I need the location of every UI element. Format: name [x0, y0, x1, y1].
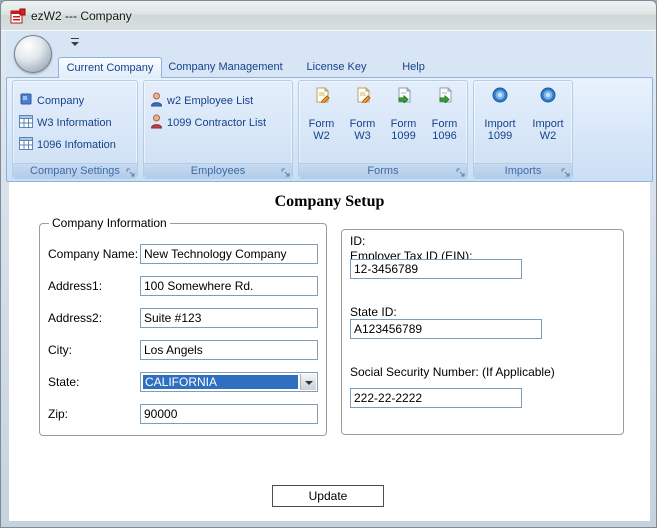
- zip-label: Zip:: [48, 407, 69, 421]
- ribbon-item-label: 1096 Infomation: [37, 138, 116, 151]
- dialog-launcher-icon[interactable]: [126, 167, 135, 177]
- state-id-input[interactable]: [350, 319, 542, 339]
- chevron-down-icon: [71, 42, 79, 46]
- contractor-person-icon: [150, 114, 163, 132]
- city-label: City:: [48, 343, 72, 357]
- ribbon-item-label: 1099 Contractor List: [167, 116, 267, 129]
- groupbox-legend: Company Information: [49, 216, 170, 230]
- import-1099-button[interactable]: Import 1099: [478, 84, 522, 164]
- tab-current-company[interactable]: Current Company: [58, 57, 162, 78]
- import-circle-icon: [526, 87, 570, 106]
- group-caption-employees: Employees: [144, 163, 292, 178]
- company-cube-icon: [19, 92, 33, 109]
- main-content: Company Setup Company Information Compan…: [9, 182, 650, 521]
- ribbon-item-label: w2 Employee List: [167, 94, 254, 107]
- ribbon: Current Company Company Management Licen…: [6, 31, 653, 182]
- quick-access-toolbar-customize-button[interactable]: [69, 37, 83, 49]
- group-forms: Form W2 Form W3 Form 1099 Form 1096 Form…: [298, 80, 468, 179]
- app-window: ezW2 --- Company Current Company Company…: [0, 0, 657, 528]
- state-id-label: State ID:: [350, 305, 397, 319]
- city-input[interactable]: [140, 340, 318, 360]
- ribbon-item-label: Company: [37, 94, 85, 107]
- chevron-down-icon: [305, 381, 313, 385]
- form-pencil-icon: [343, 86, 382, 106]
- employee-person-icon: [150, 92, 163, 110]
- form-arrow-icon: [384, 86, 423, 106]
- form-1096-button[interactable]: Form 1096: [425, 84, 464, 164]
- state-selected-value: CALIFORNIA: [143, 375, 298, 389]
- titlebar[interactable]: ezW2 --- Company: [1, 1, 656, 31]
- form-w3-button[interactable]: Form W3: [343, 84, 382, 164]
- page-title: Company Setup: [274, 193, 385, 210]
- form-w2-button[interactable]: Form W2: [302, 84, 341, 164]
- ssn-input[interactable]: [350, 388, 522, 408]
- company-name-label: Company Name:: [48, 247, 139, 261]
- ribbon-item-w3-information[interactable]: W3 Information: [19, 114, 112, 131]
- application-menu-button[interactable]: [14, 35, 52, 73]
- import-circle-icon: [478, 87, 522, 106]
- address1-input[interactable]: [140, 276, 318, 296]
- app-icon: [10, 8, 26, 24]
- ribbon-item-w2-employee-list[interactable]: w2 Employee List: [150, 92, 253, 109]
- ein-input[interactable]: [350, 259, 522, 279]
- window-title: ezW2 --- Company: [31, 9, 132, 23]
- ribbon-body: Company W3 Information 1096 Infomation C…: [6, 77, 653, 182]
- ribbon-item-label: W3 Information: [37, 116, 112, 129]
- address1-label: Address1:: [48, 279, 103, 293]
- group-imports: Import 1099 Import W2 Imports: [473, 80, 573, 179]
- id-groupbox: ID: Employer Tax ID (EIN): State ID: Soc…: [341, 229, 624, 435]
- group-caption-imports: Imports: [474, 163, 572, 178]
- group-company-settings: Company W3 Information 1096 Infomation C…: [12, 80, 138, 179]
- dialog-launcher-icon[interactable]: [561, 167, 570, 177]
- qat-bar-icon: [71, 38, 79, 39]
- dialog-launcher-icon[interactable]: [456, 167, 465, 177]
- ribbon-item-company[interactable]: Company: [19, 92, 84, 109]
- import-w2-button[interactable]: Import W2: [526, 84, 570, 164]
- company-information-groupbox: Company Information Company Name: Addres…: [39, 216, 327, 436]
- ribbon-item-1099-contractor-list[interactable]: 1099 Contractor List: [150, 114, 266, 131]
- table-icon: [19, 114, 33, 131]
- address2-label: Address2:: [48, 311, 103, 325]
- group-caption-company-settings: Company Settings: [13, 163, 137, 178]
- state-label: State:: [48, 375, 80, 389]
- state-select[interactable]: CALIFORNIA: [140, 372, 318, 392]
- form-arrow-icon: [425, 86, 464, 106]
- tab-license-key[interactable]: License Key: [294, 57, 379, 78]
- group-caption-forms: Forms: [299, 163, 467, 178]
- tab-help[interactable]: Help: [390, 57, 437, 78]
- form-pencil-icon: [302, 86, 341, 106]
- company-name-input[interactable]: [140, 244, 318, 264]
- table-icon: [19, 136, 33, 153]
- id-section-label: ID:: [350, 234, 366, 248]
- zip-input[interactable]: [140, 404, 318, 424]
- form-1099-button[interactable]: Form 1099: [384, 84, 423, 164]
- combo-dropdown-button[interactable]: [300, 374, 316, 390]
- ssn-label: Social Security Number: (If Applicable): [350, 365, 555, 379]
- tab-company-management[interactable]: Company Management: [167, 57, 284, 78]
- dialog-launcher-icon[interactable]: [281, 167, 290, 177]
- ribbon-item-1096-information[interactable]: 1096 Infomation: [19, 136, 116, 153]
- group-employees: w2 Employee List 1099 Contractor List Em…: [143, 80, 293, 179]
- update-button[interactable]: Update: [272, 485, 384, 507]
- address2-input[interactable]: [140, 308, 318, 328]
